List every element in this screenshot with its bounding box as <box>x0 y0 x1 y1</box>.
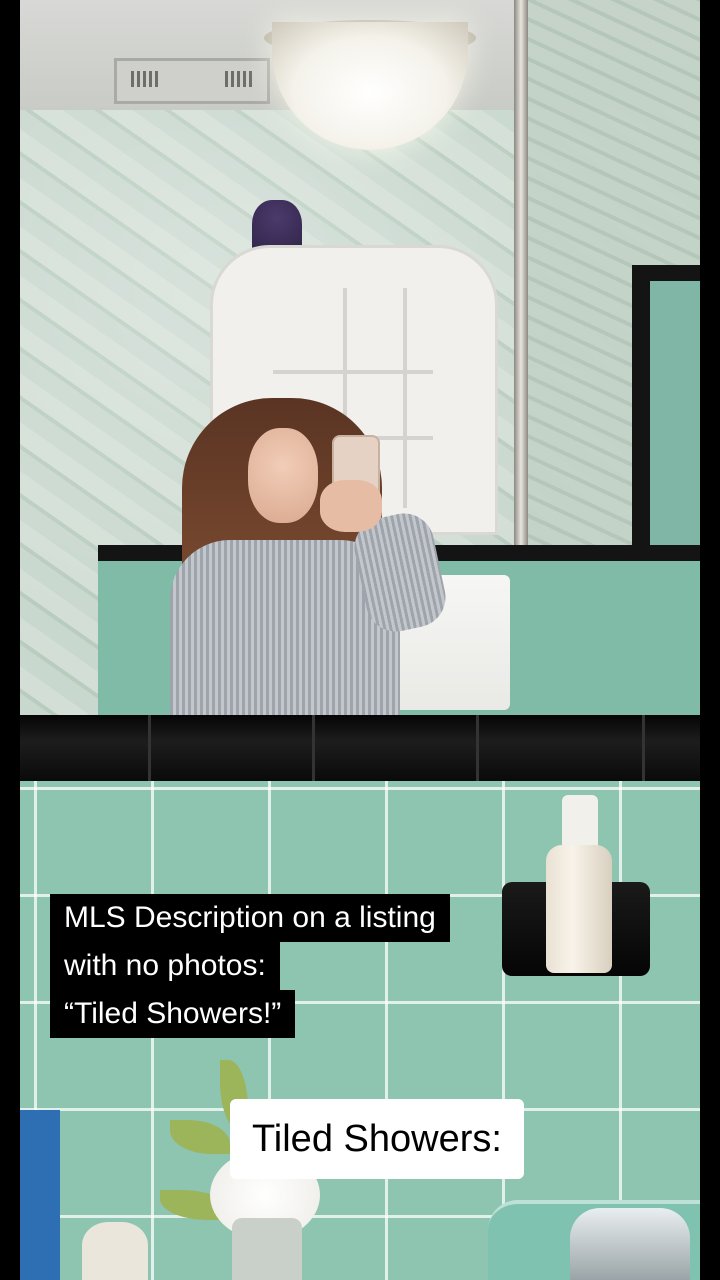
ceiling-vent <box>114 58 270 104</box>
caption-line-2: with no photos: <box>50 942 280 990</box>
soap-bottle <box>546 845 612 973</box>
left-letterbox <box>0 0 20 1280</box>
candle <box>82 1222 148 1280</box>
ceiling-light <box>272 22 468 150</box>
caption-overlay: MLS Description on a listing with no pho… <box>50 894 450 1038</box>
person-hand <box>320 480 382 532</box>
mirror-reflection <box>20 0 700 731</box>
tiled-showers-label: Tiled Showers: <box>230 1099 524 1179</box>
right-letterbox <box>700 0 720 1280</box>
blue-box <box>20 1110 60 1280</box>
photo-frame <box>20 0 700 1280</box>
caption-line-3: “Tiled Showers!” <box>50 990 296 1038</box>
faucet <box>570 1208 690 1280</box>
caption-line-1: MLS Description on a listing <box>50 894 450 942</box>
person-face <box>248 428 318 523</box>
black-tile-trim <box>20 715 700 781</box>
soap-pump <box>562 795 598 847</box>
